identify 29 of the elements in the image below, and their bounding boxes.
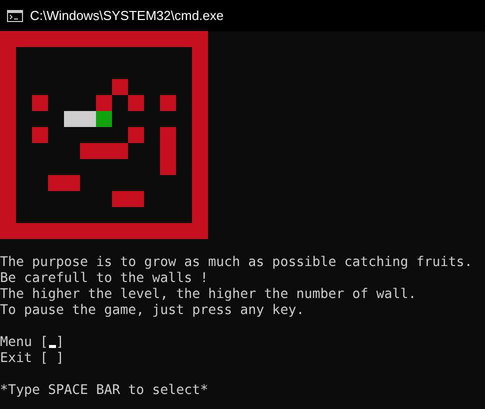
- instruction-text: To pause the game, just press any key.: [0, 303, 306, 319]
- snake-head: [96, 111, 112, 127]
- menu-option[interactable]: Exit [: [0, 351, 48, 367]
- snake-body: [80, 111, 96, 127]
- snake-body: [64, 111, 80, 127]
- wall-block: [160, 159, 176, 175]
- bracket-text: ]: [56, 351, 64, 367]
- wall-block: [32, 95, 48, 111]
- wall-block: [128, 95, 144, 111]
- wall-block: [160, 127, 176, 143]
- wall-block: [160, 95, 176, 111]
- wall-block: [48, 175, 64, 191]
- hint-text: *Type SPACE BAR to select*: [0, 383, 210, 399]
- wall-block: [112, 191, 128, 207]
- menu-option[interactable]: Menu [: [0, 335, 48, 351]
- wall-block: [128, 127, 144, 143]
- wall-block: [32, 127, 48, 143]
- wall-block: [128, 191, 144, 207]
- terminal-icon: [7, 10, 23, 22]
- instruction-text: Be carefull to the walls !: [0, 271, 210, 287]
- bracket-text: ]: [56, 335, 64, 351]
- wall-block: [112, 143, 128, 159]
- instruction-text: The purpose is to grow as much as possible catching fruits.: [0, 255, 474, 271]
- window-title: C:\Windows\SYSTEM32\cmd.exe: [30, 8, 224, 23]
- wall-block: [96, 95, 112, 111]
- wall-block: [80, 143, 96, 159]
- wall-block: [112, 79, 128, 95]
- instruction-text: The higher the level, the higher the number of wall.: [0, 287, 418, 303]
- wall-block: [64, 175, 80, 191]
